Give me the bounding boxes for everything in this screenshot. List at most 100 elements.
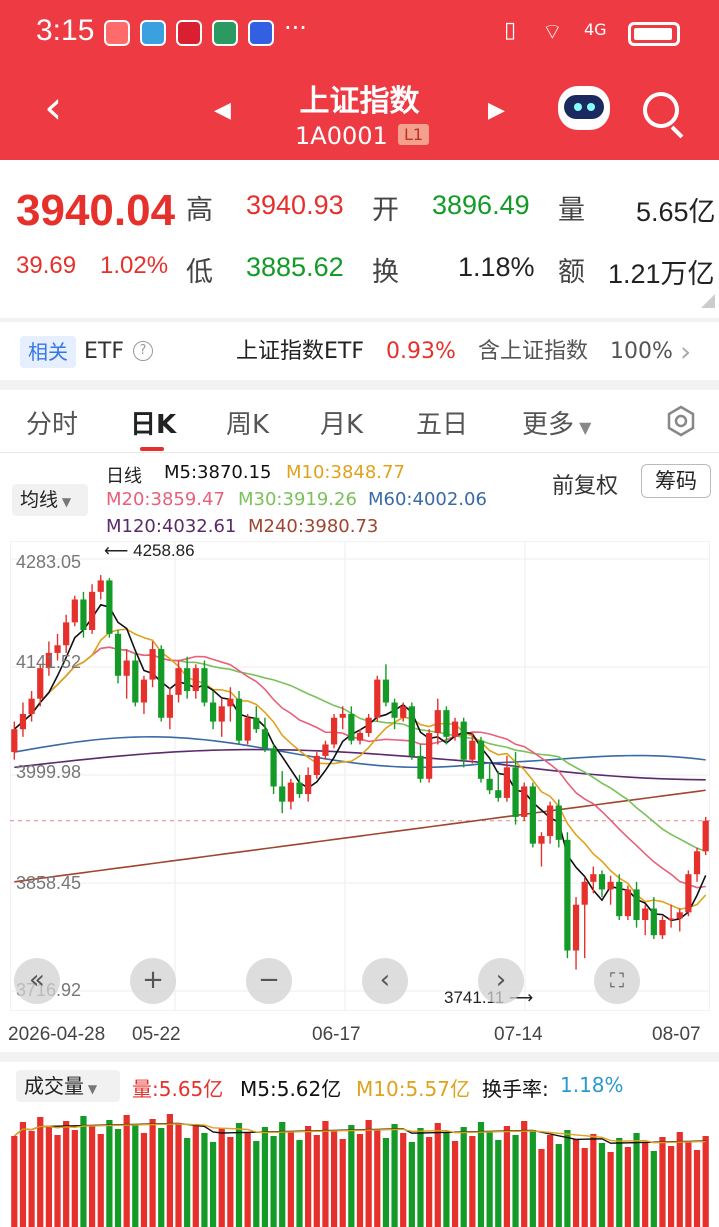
volume-label: 量 (558, 195, 585, 226)
divider (0, 380, 719, 390)
volume-ma5: M5:5.62亿 (240, 1077, 342, 1101)
volume-today: 量:5.65亿 (132, 1077, 224, 1101)
candle-body (149, 649, 156, 680)
volume-bar (348, 1125, 355, 1227)
scroll-left-icon[interactable]: ‹ (362, 958, 408, 1004)
candle-body (261, 729, 269, 749)
volume-bar (235, 1123, 243, 1227)
volume-bar (218, 1128, 225, 1227)
tab-weekly-k[interactable]: 周K (226, 404, 269, 441)
volume-bar (339, 1139, 346, 1227)
volume-bar (270, 1136, 277, 1227)
expand-corner-icon[interactable] (701, 294, 715, 308)
help-icon[interactable]: ? (133, 341, 153, 361)
volume-bar (192, 1124, 199, 1227)
tab-five-day[interactable]: 五日 (416, 404, 468, 441)
notification-app-icon (176, 20, 202, 46)
volume-bar (71, 1130, 78, 1227)
tab-daily-k[interactable]: 日K (130, 404, 176, 441)
stock-code: 1A0001 (295, 122, 388, 150)
chips-button[interactable]: 筹码 (641, 464, 711, 498)
zoom-reset-icon[interactable]: « (14, 958, 60, 1004)
volume-value: 5.65亿 (636, 197, 716, 227)
volume-bar (616, 1138, 623, 1227)
x-tick-label: 07-14 (494, 1024, 543, 1045)
fullscreen-icon[interactable]: ⛶ (594, 958, 640, 1004)
wifi-icon: ⌔ (542, 20, 563, 45)
chevron-right-icon[interactable]: › (680, 336, 691, 368)
volume-bar (279, 1122, 286, 1227)
settings-icon[interactable] (665, 405, 697, 437)
low-label: 低 (186, 257, 213, 288)
candle-body (676, 912, 683, 919)
volume-bar (469, 1136, 476, 1227)
candle-body (209, 702, 217, 722)
search-icon[interactable] (643, 92, 679, 128)
volume-bar (140, 1133, 148, 1227)
low-value: 3885.62 (246, 252, 344, 282)
y-tick-label: 4141.52 (16, 652, 82, 672)
candle-body (598, 874, 606, 890)
volume-bar (382, 1138, 390, 1227)
tab-more[interactable]: 更多 ▼ (522, 404, 591, 441)
y-tick-label: 3858.45 (16, 873, 82, 893)
candle-body (140, 679, 148, 703)
candle-body (279, 786, 286, 802)
candle-body (572, 904, 580, 951)
candle-body (555, 805, 562, 840)
amount-label: 额 (558, 257, 585, 288)
candle-body (28, 698, 35, 714)
vibrate-icon: ▯ (504, 18, 517, 43)
candle-body (668, 918, 675, 920)
x-tick-label: 05-22 (132, 1024, 181, 1046)
zoom-in-icon[interactable]: + (130, 958, 176, 1004)
volume-bar (659, 1137, 666, 1227)
tab-intraday[interactable]: 分时 (26, 404, 78, 441)
candle-body (88, 591, 96, 631)
zoom-out-icon[interactable]: − (246, 958, 292, 1004)
high-marker-value: 4258.86 (133, 541, 195, 560)
candle-body (607, 881, 614, 890)
candle-body (114, 633, 122, 676)
ma-selector[interactable]: 均线 ▼ (12, 484, 88, 516)
etf-name[interactable]: 上证指数ETF (236, 336, 364, 368)
candle-body (451, 721, 459, 737)
ai-assistant-icon[interactable] (558, 86, 610, 130)
volume-bar (668, 1146, 675, 1227)
candle-body (19, 713, 27, 730)
status-bar: 3:15 ··· ▯ ⌔ 4G (0, 0, 719, 70)
volume-bar (149, 1119, 156, 1227)
ma60-label: M60:4002.06 (368, 489, 487, 510)
y-tick-label: 4283.05 (16, 552, 82, 572)
volume-bar (624, 1147, 632, 1227)
tab-more-label: 更多 (522, 410, 575, 440)
indicator-selector-label: 成交量 (24, 1074, 84, 1098)
volume-bar (11, 1136, 18, 1227)
x-tick-label: 2026-04-28 (8, 1024, 106, 1045)
kline-chart[interactable] (10, 541, 710, 1011)
volume-bar (434, 1123, 441, 1227)
volume-bar (244, 1132, 251, 1227)
volume-bar (175, 1123, 182, 1227)
candle-body (123, 660, 130, 676)
volume-bar (322, 1121, 329, 1227)
candle-body (417, 755, 424, 779)
volume-bar (590, 1134, 597, 1227)
next-stock-icon[interactable]: ▶ (488, 98, 505, 123)
open-label: 开 (372, 195, 399, 226)
volume-bar (313, 1135, 320, 1227)
notification-app-icon (248, 20, 274, 46)
x-tick-label: 06-17 (312, 1024, 361, 1045)
adjust-mode-button[interactable]: 前复权 (552, 468, 618, 500)
candle-body (270, 748, 277, 787)
battery-icon (628, 22, 680, 46)
candle-body (339, 713, 346, 718)
ma30-label: M30:3919.26 (238, 489, 357, 510)
tab-monthly-k[interactable]: 月K (320, 404, 363, 441)
etf-hold-pct: 100% (610, 339, 673, 364)
volume-chart (11, 1114, 709, 1227)
y-tick-label: 3999.98 (16, 762, 82, 782)
scroll-right-icon[interactable]: › (478, 958, 524, 1004)
indicator-selector[interactable]: 成交量 ▼ (16, 1070, 120, 1102)
candle-body (633, 889, 640, 920)
